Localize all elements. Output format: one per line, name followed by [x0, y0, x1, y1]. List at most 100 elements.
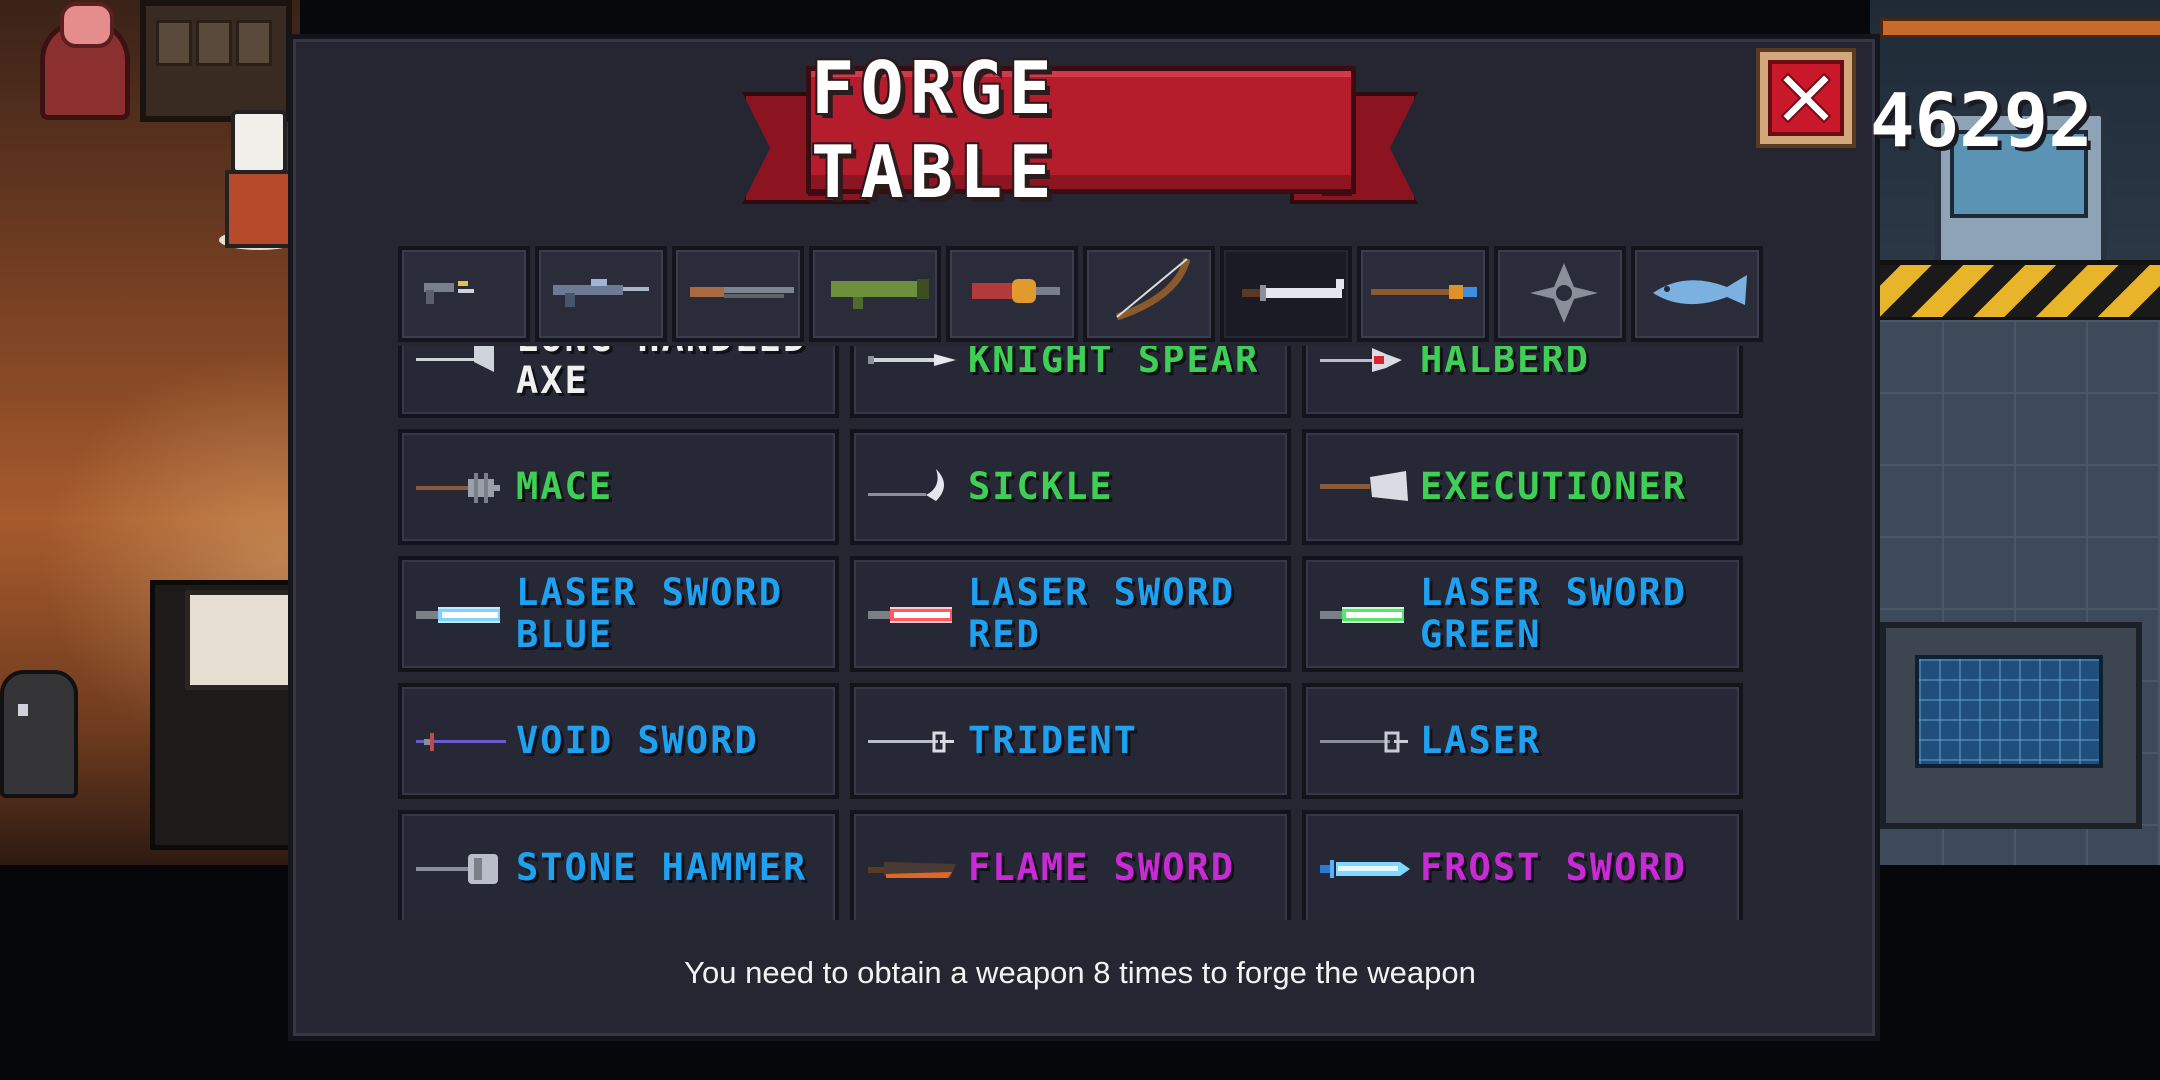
coin-counter: 46292 — [1870, 78, 2093, 164]
tab-shotgun[interactable] — [672, 246, 804, 342]
weapon-item[interactable]: STONE HAMMER — [398, 810, 839, 920]
spear-icon — [864, 346, 960, 380]
weapon-name-line: AXE — [516, 359, 589, 402]
bow-icon — [1087, 257, 1211, 331]
weapon-item[interactable]: LASER SWORD GREEN — [1302, 556, 1743, 672]
weapon-row: VOID SWORD TRIDENT LASER — [398, 683, 1762, 799]
weapon-name-line: SICKLE — [968, 465, 1114, 508]
shotgun-icon — [676, 257, 800, 331]
weapon-name: KNIGHT SPEAR — [968, 346, 1259, 381]
weapon-item[interactable]: LONG HANDLEDAXE — [398, 346, 839, 418]
weapon-name-line: TRIDENT — [968, 719, 1138, 762]
weapon-name-line: KNIGHT SPEAR — [968, 346, 1260, 381]
forge-hint-text: You need to obtain a weapon 8 times to f… — [684, 955, 1476, 990]
weapon-item[interactable]: HALBERD — [1302, 346, 1743, 418]
tab-staff[interactable] — [1357, 246, 1489, 342]
weapon-name-line: HALBERD — [1420, 346, 1590, 381]
executioner-axe-icon — [1316, 467, 1412, 507]
weapon-name-line: FROST SWORD — [1420, 846, 1688, 889]
pistol-icon — [402, 257, 526, 331]
tab-flamethrower[interactable] — [946, 246, 1078, 342]
tab-rifle[interactable] — [535, 246, 667, 342]
flame-sword-icon — [864, 848, 960, 888]
laser-sword-red-icon — [864, 594, 960, 634]
weapon-name-line: EXECUTIONER — [1420, 465, 1688, 508]
flamethrower-icon — [950, 257, 1074, 331]
weapon-name-line: VOID SWORD — [516, 719, 759, 762]
weapon-name: LASER — [1420, 720, 1541, 762]
weapon-item[interactable]: VOID SWORD — [398, 683, 839, 799]
page-title: FORGE TABLE — [811, 46, 1058, 214]
stone-hammer-icon — [412, 848, 508, 888]
laser-trident-icon — [1316, 721, 1412, 761]
sickle-icon — [864, 467, 960, 507]
mace-icon — [412, 467, 508, 507]
title-banner: FORGE TABLE — [742, 46, 1418, 216]
tab-throwing-star[interactable] — [1494, 246, 1626, 342]
melee-sword-icon — [1224, 257, 1348, 331]
weapon-name-line: MACE — [516, 465, 614, 508]
weapon-item[interactable]: FROST SWORD — [1302, 810, 1743, 920]
blueprint-sheet — [1915, 655, 2103, 768]
orange-pipe — [1880, 18, 2160, 38]
machine-lid — [185, 590, 305, 690]
weapon-name-line: BLUE — [516, 613, 614, 656]
tab-pistol[interactable] — [398, 246, 530, 342]
weapon-item[interactable]: TRIDENT — [850, 683, 1291, 799]
hazard-stripes — [1870, 260, 2160, 322]
halberd-icon — [1316, 346, 1412, 380]
fish-icon — [1635, 257, 1759, 331]
close-button[interactable] — [1756, 48, 1856, 148]
weapon-name: LASER SWORD GREEN — [1420, 572, 1687, 656]
weapon-item[interactable]: KNIGHT SPEAR — [850, 346, 1291, 418]
weapon-name: EXECUTIONER — [1420, 466, 1687, 508]
weapon-name: VOID SWORD — [516, 720, 759, 762]
weapon-name: SICKLE — [968, 466, 1114, 508]
laser-sword-blue-icon — [412, 594, 508, 634]
weapon-item[interactable]: LASER SWORD BLUE — [398, 556, 839, 672]
tab-rocket-launcher[interactable] — [809, 246, 941, 342]
weapon-name-line: STONE HAMMER — [516, 846, 808, 889]
tab-bow[interactable] — [1083, 246, 1215, 342]
weapon-name: TRIDENT — [968, 720, 1138, 762]
laser-sword-green-icon — [1316, 594, 1412, 634]
weapon-name: LONG HANDLEDAXE — [516, 346, 807, 402]
weapon-item[interactable]: EXECUTIONER — [1302, 429, 1743, 545]
weapon-row: MACE SICKLE EXECUTIONER — [398, 429, 1762, 545]
trident-icon — [864, 721, 960, 761]
pig-plush — [60, 2, 114, 48]
weapon-item[interactable]: MACE — [398, 429, 839, 545]
rocket-launcher-icon — [813, 257, 937, 331]
weapon-name: LASER SWORD RED — [968, 572, 1235, 656]
weapon-name-line: RED — [968, 613, 1041, 656]
weapon-row: STONE HAMMER FLAME SWORD FROST SWORD — [398, 810, 1762, 920]
weapon-name: FROST SWORD — [1420, 847, 1687, 889]
void-sword-icon — [412, 721, 508, 761]
bookshelf — [140, 0, 292, 122]
weapon-name-line: LASER SWORD — [516, 571, 784, 614]
staff-icon — [1361, 257, 1485, 331]
weapon-item[interactable]: FLAME SWORD — [850, 810, 1291, 920]
npc-character — [219, 110, 299, 250]
weapon-item[interactable]: LASER — [1302, 683, 1743, 799]
weapon-name: FLAME SWORD — [968, 847, 1235, 889]
weapon-name: LASER SWORD BLUE — [516, 572, 783, 656]
tab-fish[interactable] — [1631, 246, 1763, 342]
weapon-name-line: LASER SWORD — [1420, 571, 1688, 614]
weapon-item[interactable]: LASER SWORD RED — [850, 556, 1291, 672]
rifle-icon — [539, 257, 663, 331]
weapon-name: MACE — [516, 466, 613, 508]
weapon-name-line: LONG HANDLED — [516, 346, 807, 360]
long-axe-icon — [412, 346, 508, 380]
close-x-icon — [1768, 60, 1844, 136]
weapon-name: HALBERD — [1420, 346, 1590, 381]
tab-melee-sword[interactable] — [1220, 246, 1352, 342]
weapon-row: LASER SWORD BLUE LASER SWORD RED LASER SWORD… — [398, 556, 1762, 672]
gray-creature — [0, 670, 78, 798]
weapon-item[interactable]: SICKLE — [850, 429, 1291, 545]
weapon-name: STONE HAMMER — [516, 847, 807, 889]
throwing-star-icon — [1498, 257, 1622, 331]
weapon-name-line: LASER SWORD — [968, 571, 1236, 614]
weapon-category-tabs — [398, 246, 1763, 342]
weapon-list-viewport[interactable]: LONG HANDLEDAXE KNIGHT SPEAR HALBERD MACE SI… — [398, 346, 1762, 920]
